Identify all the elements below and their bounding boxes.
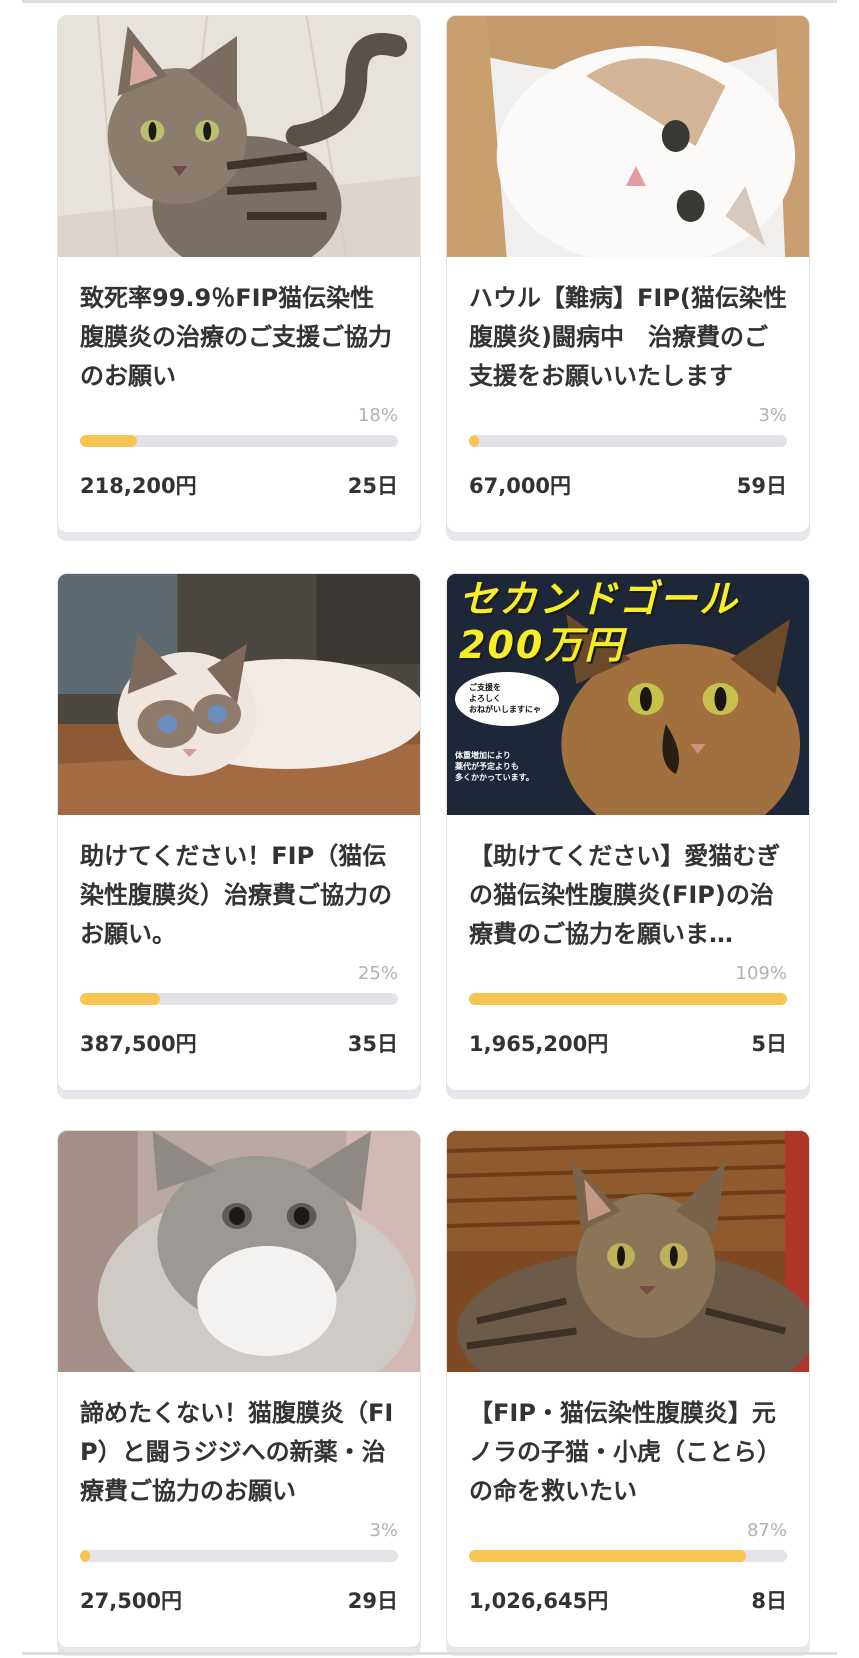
days-remaining: 25日 bbox=[347, 474, 398, 498]
tabby-cat-sitting-photo[interactable] bbox=[58, 16, 420, 257]
image-speech-bubble: ご支援を よろしく おねがいしますにゃ bbox=[455, 672, 559, 726]
progress-bar bbox=[469, 435, 787, 447]
project-title[interactable]: 【FIP・猫伝染性腹膜炎】元ノラの子猫・小虎（ことら）の命を救いたい bbox=[469, 1394, 787, 1514]
tabby-kitten-photo[interactable] bbox=[447, 1131, 809, 1372]
progress-bar bbox=[80, 993, 398, 1005]
days-remaining: 29日 bbox=[347, 1589, 398, 1613]
project-card[interactable]: ハウル【難病】FIP(猫伝染性腹膜炎)闘病中 治療費のご支援をお願いいたします … bbox=[446, 15, 810, 533]
progress-bar bbox=[80, 1550, 398, 1562]
fluffy-grey-kitten-photo[interactable] bbox=[58, 1131, 420, 1372]
project-title[interactable]: ハウル【難病】FIP(猫伝染性腹膜炎)闘病中 治療費のご支援をお願いいたします bbox=[469, 279, 787, 399]
progress-percent: 25% bbox=[357, 963, 398, 984]
raised-amount: 218,200円 bbox=[80, 474, 197, 498]
progress-bar bbox=[469, 993, 787, 1005]
white-cat-in-basket-photo[interactable] bbox=[447, 16, 809, 257]
project-title[interactable]: 致死率99.9％FIP猫伝染性腹膜炎の治療のご支援ご協力のお願い bbox=[80, 279, 398, 399]
image-note: 体重増加により 薬代が予定よりも 多くかかっています。 bbox=[455, 751, 534, 782]
progress-percent: 109% bbox=[735, 963, 787, 984]
project-title[interactable]: 諦めたくない！猫腹膜炎（FIP）と闘うジジへの新薬・治療費ご協力のお願い bbox=[80, 1394, 398, 1514]
top-divider bbox=[22, 0, 837, 3]
project-title[interactable]: 【助けてください】愛猫むぎの猫伝染性腹膜炎(FIP)の治療費のご協力を願いま… bbox=[469, 837, 787, 957]
project-card[interactable]: セカンドゴール 200万円 ご支援を よろしく おねがいしますにゃ 体重増加によ… bbox=[446, 573, 810, 1091]
raised-amount: 27,500円 bbox=[80, 1589, 183, 1613]
raised-amount: 387,500円 bbox=[80, 1032, 197, 1056]
bottom-divider bbox=[22, 1652, 837, 1655]
progress-percent: 3% bbox=[369, 1520, 398, 1541]
project-card[interactable]: 致死率99.9％FIP猫伝染性腹膜炎の治療のご支援ご協力のお願い 18% 218… bbox=[57, 15, 421, 533]
project-title[interactable]: 助けてください！FIP（猫伝染性腹膜炎）治療費ご協力のお願い。 bbox=[80, 837, 398, 957]
raised-amount: 1,965,200円 bbox=[469, 1032, 609, 1056]
raised-amount: 1,026,645円 bbox=[469, 1589, 609, 1613]
progress-percent: 3% bbox=[758, 405, 787, 426]
progress-bar bbox=[80, 435, 398, 447]
progress-bar-fill bbox=[469, 993, 787, 1005]
progress-percent: 87% bbox=[746, 1520, 787, 1541]
progress-bar-fill bbox=[80, 1550, 90, 1562]
progress-bar-fill bbox=[80, 435, 138, 447]
project-card[interactable]: 【FIP・猫伝染性腹膜炎】元ノラの子猫・小虎（ことら）の命を救いたい 87% 1… bbox=[446, 1130, 810, 1648]
project-card[interactable]: 助けてください！FIP（猫伝染性腹膜炎）治療費ご協力のお願い。 25% 387,… bbox=[57, 573, 421, 1091]
days-remaining: 8日 bbox=[751, 1589, 787, 1613]
tortoiseshell-cat-photo[interactable]: セカンドゴール 200万円 ご支援を よろしく おねがいしますにゃ 体重増加によ… bbox=[447, 574, 809, 815]
days-remaining: 35日 bbox=[347, 1032, 398, 1056]
image-headline: セカンドゴール 200万円 bbox=[459, 577, 740, 667]
days-remaining: 5日 bbox=[751, 1032, 787, 1056]
project-card[interactable]: 諦めたくない！猫腹膜炎（FIP）と闘うジジへの新薬・治療費ご協力のお願い 3% … bbox=[57, 1130, 421, 1648]
raised-amount: 67,000円 bbox=[469, 474, 572, 498]
progress-bar-fill bbox=[469, 1550, 746, 1562]
progress-percent: 18% bbox=[357, 405, 398, 426]
days-remaining: 59日 bbox=[736, 474, 787, 498]
ragdoll-cat-lying-photo[interactable] bbox=[58, 574, 420, 815]
progress-bar bbox=[469, 1550, 787, 1562]
progress-bar-fill bbox=[80, 993, 160, 1005]
progress-bar-fill bbox=[469, 435, 479, 447]
